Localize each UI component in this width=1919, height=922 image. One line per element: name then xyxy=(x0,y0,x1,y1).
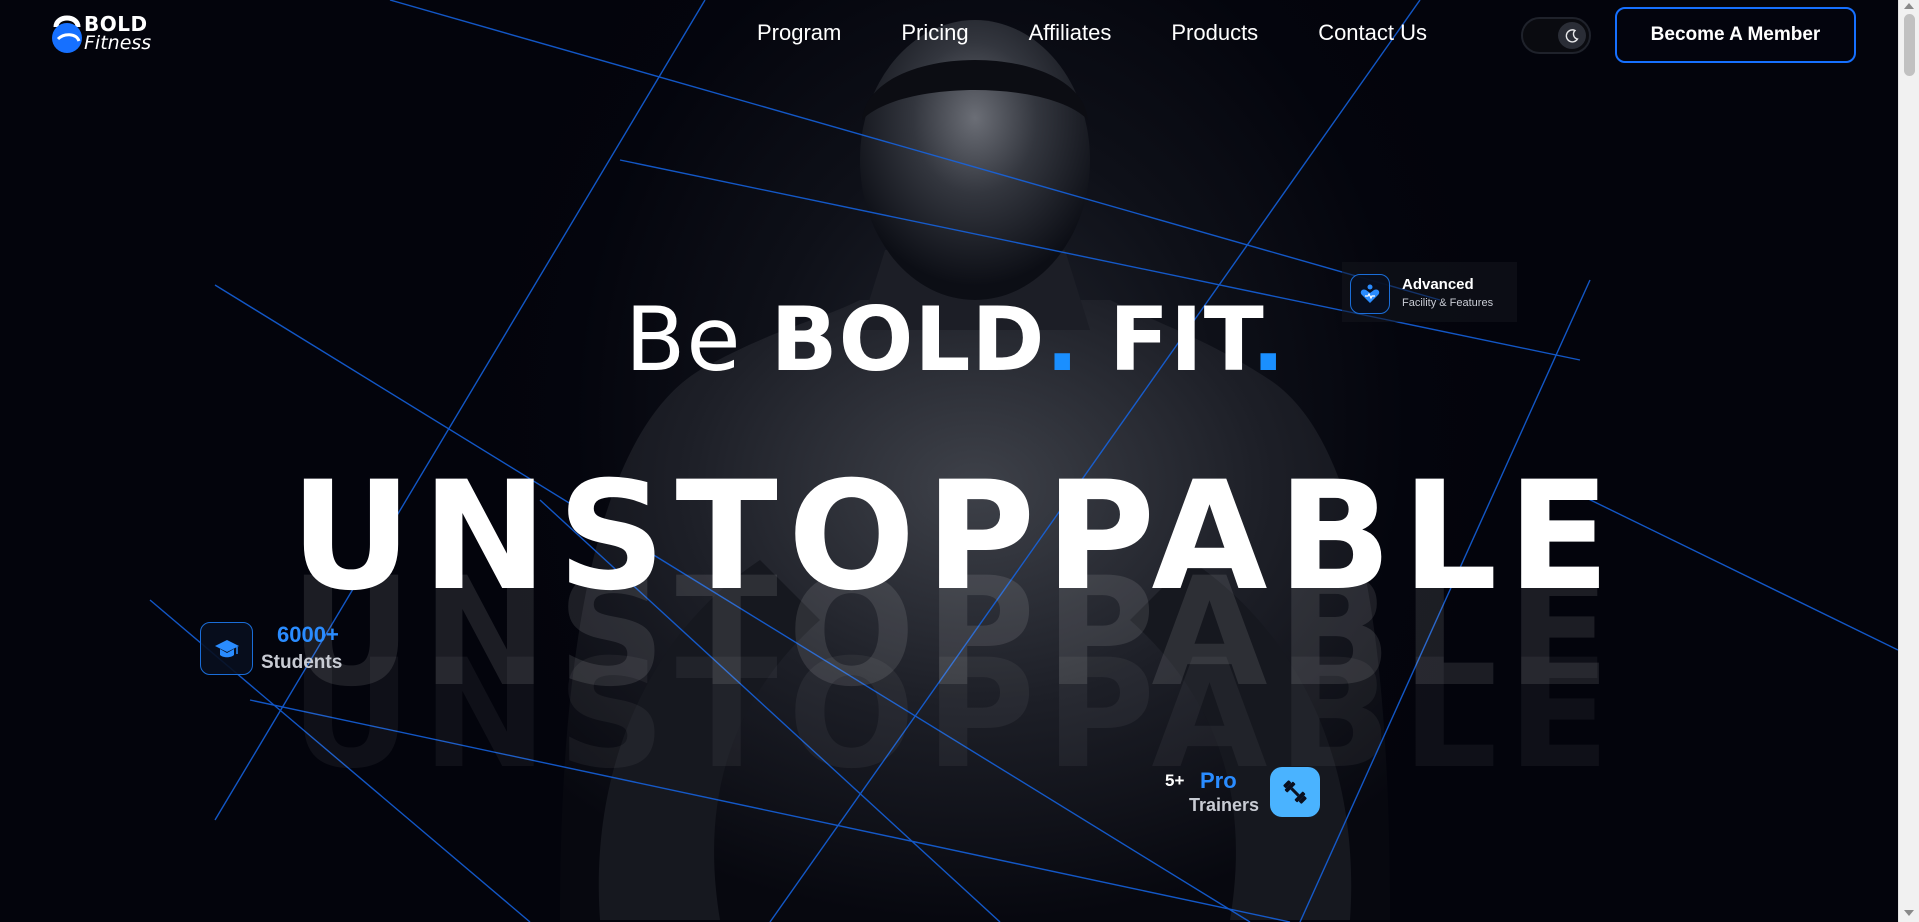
students-count: 6000+ xyxy=(277,622,339,647)
brand-logo[interactable]: BOLD Fitness xyxy=(46,10,176,56)
nav-link-products[interactable]: Products xyxy=(1171,20,1258,46)
graduation-cap-icon xyxy=(214,639,239,657)
advanced-title: Advanced xyxy=(1402,276,1474,293)
become-member-button[interactable]: Become A Member xyxy=(1615,7,1856,63)
big-word-unstoppable: UNSTOPPABLE xyxy=(290,450,1620,624)
students-label: Students xyxy=(261,652,343,673)
headline-dot-1: . xyxy=(1045,288,1080,391)
students-icon-box xyxy=(200,622,253,675)
scroll-down-arrow-icon[interactable] xyxy=(1904,910,1914,916)
headline-be: Be xyxy=(625,288,742,391)
theme-toggle[interactable] xyxy=(1521,17,1591,54)
kettlebell-icon xyxy=(52,15,82,53)
toggle-knob xyxy=(1558,22,1586,49)
logo-text-fitness: Fitness xyxy=(84,32,152,54)
nav-link-contact-us[interactable]: Contact Us xyxy=(1318,20,1427,46)
moon-icon xyxy=(1565,28,1579,43)
hero-section: BOLD Fitness Program Pricing Affiliates … xyxy=(0,0,1898,922)
heart-person-icon xyxy=(1360,284,1380,303)
trainers-label: Trainers xyxy=(1189,795,1260,815)
hero-headline: Be BOLD. FIT. xyxy=(625,290,1286,390)
nav-link-affiliates[interactable]: Affiliates xyxy=(1029,20,1112,46)
advanced-icon-box xyxy=(1350,274,1390,314)
trainers-icon-box xyxy=(1270,767,1320,817)
page-scrollbar[interactable] xyxy=(1898,0,1919,922)
headline-bold: BOLD xyxy=(770,288,1046,391)
trainers-stat-badge: 5+ Pro Trainers xyxy=(1160,765,1325,825)
trainers-count: 5+ xyxy=(1165,771,1185,790)
nav-links: Program Pricing Affiliates Products Cont… xyxy=(757,20,1427,46)
logo-text-bold: BOLD xyxy=(84,12,148,36)
advanced-subtitle: Facility & Features xyxy=(1402,297,1494,309)
advanced-facility-badge: Advanced Facility & Features xyxy=(1342,262,1517,322)
scroll-up-arrow-icon[interactable] xyxy=(1904,3,1914,9)
trainers-highlight: Pro xyxy=(1200,768,1237,793)
students-stat-badge: 6000+ Students xyxy=(200,620,380,680)
headline-dot-2: . xyxy=(1251,288,1286,391)
dumbbell-icon xyxy=(1283,780,1307,804)
nav-link-pricing[interactable]: Pricing xyxy=(901,20,968,46)
top-navbar: BOLD Fitness Program Pricing Affiliates … xyxy=(0,0,1898,70)
headline-fit: FIT xyxy=(1108,288,1252,391)
scrollbar-thumb[interactable] xyxy=(1904,14,1915,76)
nav-link-program[interactable]: Program xyxy=(757,20,841,46)
